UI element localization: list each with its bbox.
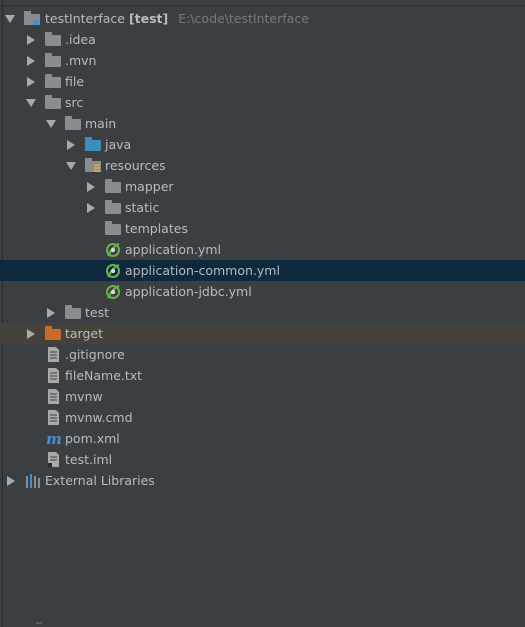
chevron-right-icon[interactable] (5, 470, 17, 491)
tree-label: External Libraries (45, 473, 155, 488)
tree-label: .idea (65, 32, 96, 47)
chevron-right-icon[interactable] (25, 50, 37, 71)
tree-row-external-libraries[interactable]: External Libraries (0, 470, 525, 491)
tree-row-resources[interactable]: resources (0, 155, 525, 176)
folder-icon (45, 53, 61, 68)
tree-label: templates (125, 221, 188, 236)
chevron-down-icon[interactable] (45, 113, 57, 134)
tree-label: test (85, 305, 110, 320)
chevron-right-icon[interactable] (25, 71, 37, 92)
top-toolbar-strip (0, 0, 525, 6)
svg-text:m: m (46, 431, 62, 446)
tree-row-java[interactable]: java (0, 134, 525, 155)
chevron-down-icon[interactable] (25, 92, 37, 113)
tree-row-mvnw-cmd[interactable]: mvnw.cmd (0, 407, 525, 428)
tree-row-file[interactable]: file (0, 71, 525, 92)
tree-row-application-common-yml[interactable]: application-common.yml (0, 260, 525, 281)
tree-label: .mvn (65, 53, 97, 68)
module-name: [test] (128, 11, 169, 26)
tree-label: static (125, 200, 160, 215)
chevron-down-icon[interactable] (65, 155, 77, 176)
tree-label: src (65, 95, 84, 110)
folder-icon (45, 74, 61, 89)
folder-icon (105, 179, 121, 194)
tree-row-target[interactable]: target (0, 323, 525, 344)
source-folder-icon (85, 137, 101, 152)
tree-row-application-jdbc-yml[interactable]: application-jdbc.yml (0, 281, 525, 302)
text-file-icon (47, 389, 63, 404)
scroll-indicator (36, 622, 42, 624)
chevron-right-icon[interactable] (25, 323, 37, 344)
project-tree[interactable]: testInterface [test] E:\code\testInterfa… (0, 8, 525, 491)
tree-row-test[interactable]: test (0, 302, 525, 323)
maven-icon: m (46, 430, 62, 448)
tree-label: .gitignore (65, 347, 125, 362)
tree-label: mvnw.cmd (65, 410, 133, 425)
spring-config-icon (105, 284, 121, 299)
module-file-icon (47, 452, 63, 467)
module-folder-icon (24, 11, 40, 26)
tree-label: test.iml (65, 452, 113, 467)
folder-icon (45, 95, 61, 110)
tree-label: mvnw (65, 389, 103, 404)
tree-label: file (65, 74, 85, 89)
tree-row-mvnw[interactable]: mvnw (0, 386, 525, 407)
tree-label: resources (105, 158, 166, 173)
tree-label: fileName.txt (65, 368, 143, 383)
project-path: E:\code\testInterface (178, 11, 309, 26)
tree-label: main (85, 116, 117, 131)
chevron-right-icon[interactable] (25, 29, 37, 50)
tree-row-src[interactable]: src (0, 92, 525, 113)
project-label: testInterface [test] E:\code\testInterfa… (45, 8, 309, 29)
text-file-icon (47, 410, 63, 425)
tree-row-pom-xml[interactable]: m pom.xml (0, 428, 525, 449)
text-file-icon (47, 368, 63, 383)
tree-row-project-root[interactable]: testInterface [test] E:\code\testInterfa… (0, 8, 525, 29)
tree-row-gitignore[interactable]: .gitignore (0, 344, 525, 365)
folder-icon (105, 200, 121, 215)
chevron-right-icon[interactable] (85, 197, 97, 218)
chevron-down-icon[interactable] (4, 8, 16, 29)
project-name: testInterface (45, 11, 125, 26)
tree-row-idea[interactable]: .idea (0, 29, 525, 50)
excluded-folder-icon (45, 326, 61, 341)
spring-config-icon (105, 242, 121, 257)
folder-icon (45, 32, 61, 47)
chevron-right-icon[interactable] (45, 302, 57, 323)
tree-row-main[interactable]: main (0, 113, 525, 134)
folder-icon (65, 116, 81, 131)
tree-label: application-common.yml (125, 263, 280, 278)
tree-row-templates[interactable]: templates (0, 218, 525, 239)
tree-label: target (65, 326, 104, 341)
chevron-right-icon[interactable] (65, 134, 77, 155)
tree-row-mvn[interactable]: .mvn (0, 50, 525, 71)
tree-label: java (105, 137, 132, 152)
folder-icon (105, 221, 121, 236)
tree-label: pom.xml (65, 431, 120, 446)
tree-label: application-jdbc.yml (125, 284, 252, 299)
tree-row-mapper[interactable]: mapper (0, 176, 525, 197)
tree-label: mapper (125, 179, 174, 194)
resources-folder-icon (85, 158, 101, 173)
tree-row-static[interactable]: static (0, 197, 525, 218)
chevron-right-icon[interactable] (85, 176, 97, 197)
tree-row-application-yml[interactable]: application.yml (0, 239, 525, 260)
tree-row-test-iml[interactable]: test.iml (0, 449, 525, 470)
folder-icon (65, 305, 81, 320)
tree-label: application.yml (125, 242, 221, 257)
tree-row-filename-txt[interactable]: fileName.txt (0, 365, 525, 386)
libraries-icon (25, 473, 41, 488)
text-file-icon (47, 347, 63, 362)
spring-config-icon (105, 263, 121, 278)
